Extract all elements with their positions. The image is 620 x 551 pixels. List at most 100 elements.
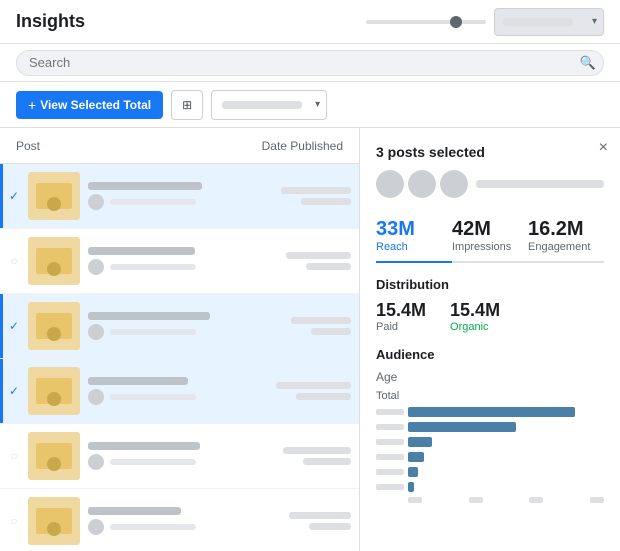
age-subtitle: Age: [376, 370, 604, 384]
main-content: Post Date Published ✓: [0, 128, 620, 551]
post-date-col: [231, 252, 351, 270]
table-row[interactable]: ✓: [0, 164, 359, 229]
page-title: Insights: [16, 11, 85, 32]
date-range-slider[interactable]: [366, 20, 486, 24]
avatar: [88, 194, 104, 210]
post-date-placeholder2: [296, 393, 351, 400]
posts-list-header: Post Date Published: [0, 128, 359, 164]
post-date-placeholder2: [301, 198, 351, 205]
header-dropdown[interactable]: ▾: [494, 8, 604, 36]
chevron-down-icon: ▾: [592, 16, 597, 27]
toolbar-dropdown[interactable]: ▾: [211, 90, 327, 120]
dropdown-arrow-icon: ▾: [315, 99, 320, 110]
search-input[interactable]: [16, 50, 604, 76]
total-label: Total: [376, 390, 604, 402]
bar-row: [376, 481, 604, 493]
post-title-placeholder: [88, 442, 200, 450]
post-title-placeholder: [88, 247, 195, 255]
post-date-placeholder2: [303, 458, 351, 465]
avatar: [88, 259, 104, 275]
col-date-label: Date Published: [223, 139, 343, 153]
app-container: Insights ▾ 🔍 + View Selected Total ⊞: [0, 0, 620, 551]
panel-avatar-bar: [476, 180, 604, 188]
age-bar-chart: [376, 406, 604, 493]
table-row[interactable]: ○: [0, 489, 359, 551]
metric-reach[interactable]: 33M Reach: [376, 210, 452, 263]
thumb-image: [36, 313, 72, 339]
thumb-image: [36, 508, 72, 534]
thumb-person: [47, 327, 61, 341]
post-date-placeholder: [283, 447, 351, 454]
post-date-placeholder2: [306, 263, 351, 270]
bar-fill: [408, 482, 414, 492]
post-date-col: [231, 512, 351, 530]
bar-row: [376, 466, 604, 478]
post-date-col: [231, 187, 351, 205]
post-thumbnail: [28, 237, 80, 285]
checkbox-icon[interactable]: ✓: [4, 319, 24, 333]
thumb-person: [47, 392, 61, 406]
checkbox-icon[interactable]: ○: [4, 514, 24, 528]
post-thumbnail: [28, 432, 80, 480]
post-meta: [88, 194, 231, 210]
paid-dist: 15.4M Paid: [376, 300, 426, 333]
metric-impressions[interactable]: 42M Impressions: [452, 210, 528, 261]
thumb-image: [36, 378, 72, 404]
bar-row: [376, 406, 604, 418]
table-row[interactable]: ✓: [0, 294, 359, 359]
bar-fill: [408, 407, 575, 417]
avatar: [88, 389, 104, 405]
bar-track: [408, 467, 604, 477]
checkbox-icon[interactable]: ✓: [4, 189, 24, 203]
bar-fill: [408, 437, 432, 447]
thumb-image: [36, 248, 72, 274]
bar-track: [408, 437, 604, 447]
age-label: [376, 409, 404, 415]
post-meta: [88, 324, 231, 340]
toolbar: + View Selected Total ⊞ ▾: [0, 82, 620, 128]
checkbox-icon[interactable]: ○: [4, 254, 24, 268]
slider-track: [366, 20, 486, 24]
x-label: [590, 497, 604, 503]
post-date-col: [231, 447, 351, 465]
age-label: [376, 424, 404, 430]
engagement-label: Engagement: [528, 241, 604, 253]
audience-section: Audience Age Total: [376, 347, 604, 503]
slider-thumb[interactable]: [450, 16, 462, 28]
age-label: [376, 454, 404, 460]
post-meta-placeholder: [110, 394, 196, 400]
table-row[interactable]: ○: [0, 229, 359, 294]
thumb-person: [47, 457, 61, 471]
post-meta: [88, 389, 231, 405]
checkbox-icon[interactable]: ○: [4, 449, 24, 463]
post-date-placeholder: [286, 252, 351, 259]
header-controls: ▾: [366, 8, 604, 36]
col-post-label: Post: [16, 139, 223, 153]
chart-x-axis: [376, 497, 604, 503]
table-row[interactable]: ✓: [0, 359, 359, 424]
post-meta: [88, 259, 231, 275]
age-label: [376, 469, 404, 475]
distribution-row: 15.4M Paid 15.4M Organic: [376, 300, 604, 333]
grid-view-button[interactable]: ⊞: [171, 90, 203, 120]
posts-list: Post Date Published ✓: [0, 128, 360, 551]
post-title-placeholder: [88, 377, 188, 385]
impressions-value: 42M: [452, 218, 528, 241]
distribution-title: Distribution: [376, 277, 604, 292]
panel-avatars-row: [376, 170, 604, 198]
table-row[interactable]: ○: [0, 424, 359, 489]
avatar: [440, 170, 468, 198]
close-icon[interactable]: ×: [599, 140, 608, 156]
x-label: [469, 497, 483, 503]
thumb-person: [47, 262, 61, 276]
bar-row: [376, 436, 604, 448]
checkbox-icon[interactable]: ✓: [4, 384, 24, 398]
post-info: [88, 377, 231, 405]
bar-fill: [408, 422, 516, 432]
engagement-value: 16.2M: [528, 218, 604, 241]
post-date-placeholder: [276, 382, 351, 389]
avatar: [88, 324, 104, 340]
view-selected-total-button[interactable]: + View Selected Total: [16, 91, 163, 119]
metric-engagement[interactable]: 16.2M Engagement: [528, 210, 604, 261]
grid-icon: ⊞: [182, 98, 192, 112]
